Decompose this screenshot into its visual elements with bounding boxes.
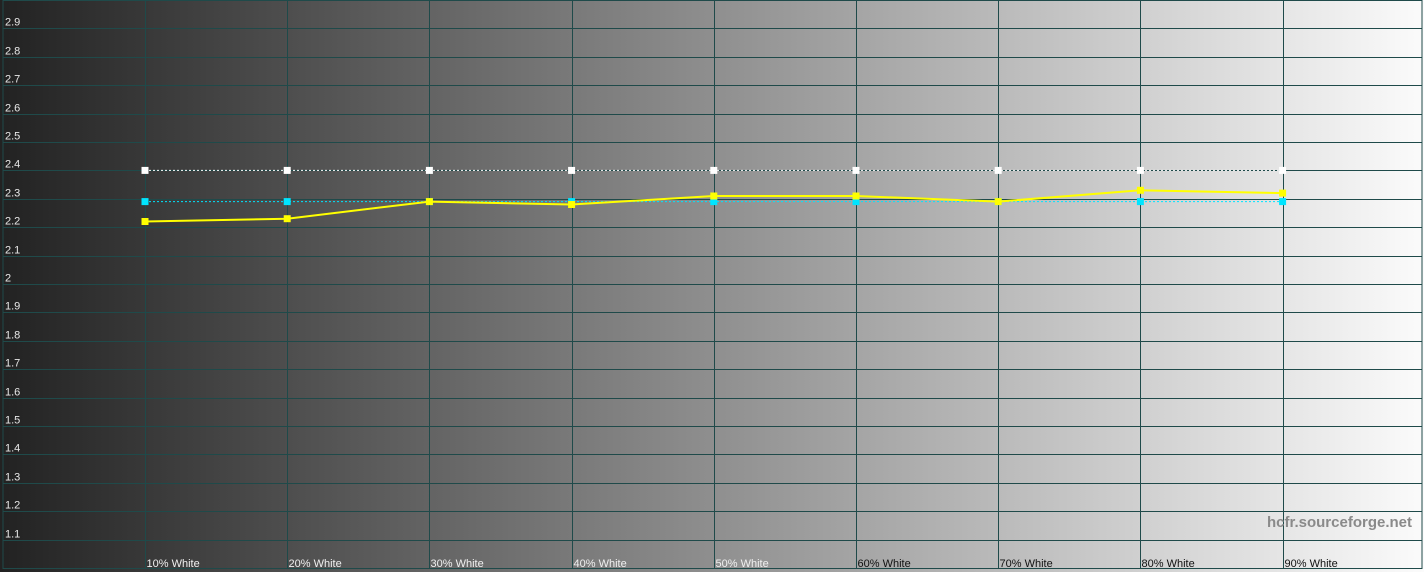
data-point [1136, 166, 1144, 174]
grid [2, 0, 1423, 569]
y-tick-label: 1.8 [5, 330, 20, 342]
y-tick-label: 1.7 [5, 358, 20, 370]
data-point [1136, 186, 1144, 194]
data-point [852, 192, 860, 200]
y-tick-label: 1.5 [5, 415, 20, 427]
x-tick-label: 10% White [147, 558, 200, 570]
x-tick-label: 80% White [1142, 558, 1195, 570]
y-tick-label: 2.6 [5, 103, 20, 115]
x-tick-label: 50% White [716, 558, 769, 570]
y-tick-label: 2.2 [5, 216, 20, 228]
data-point [710, 166, 718, 174]
data-point [568, 201, 576, 208]
x-tick-label: 90% White [1285, 558, 1338, 570]
data-point [141, 198, 149, 206]
y-tick-label: 2.4 [5, 159, 20, 171]
x-tick-label: 30% White [431, 558, 484, 570]
y-tick-label: 2.3 [5, 188, 20, 200]
data-point [141, 218, 149, 225]
y-tick-label: 2.7 [5, 74, 20, 86]
data-point [283, 215, 291, 223]
data-point [1279, 198, 1287, 206]
data-point [568, 166, 576, 174]
data-point [994, 166, 1002, 174]
data-point [283, 198, 291, 206]
data-point [1136, 198, 1144, 206]
x-tick-labels: 10% White 20% White 30% White 40% White 50% … [147, 558, 1338, 570]
y-tick-label: 1.6 [5, 387, 20, 399]
watermark: hcfr.sourceforge.net [1267, 514, 1412, 531]
data-point [425, 166, 433, 174]
y-tick-label: 2.5 [5, 131, 20, 143]
y-tick-label: 2 [5, 273, 11, 285]
x-tick-label: 20% White [289, 558, 342, 570]
data-point [710, 192, 718, 200]
y-tick-label: 2.1 [5, 245, 20, 257]
x-tick-label: 70% White [1000, 558, 1053, 570]
y-tick-label: 1.4 [5, 443, 20, 455]
x-tick-label: 40% White [574, 558, 627, 570]
data-point [1279, 189, 1287, 197]
data-point [994, 198, 1002, 206]
data-point [283, 166, 291, 174]
y-tick-label: 1.3 [5, 472, 20, 484]
gamma-chart: 1.1 1.2 1.3 1.4 1.5 1.6 1.7 1.8 1.9 2 2.1 2.2 2.3 2.4… [0, 0, 1424, 572]
y-tick-label: 2.9 [5, 17, 20, 29]
y-tick-label: 1.2 [5, 500, 20, 512]
x-tick-label: 60% White [858, 558, 911, 570]
y-tick-label: 1.1 [5, 529, 20, 541]
data-point [141, 166, 149, 174]
y-tick-label: 2.8 [5, 46, 20, 58]
data-point [425, 198, 433, 206]
data-point [1279, 166, 1287, 174]
data-point [852, 166, 860, 174]
y-tick-label: 1.9 [5, 301, 20, 313]
